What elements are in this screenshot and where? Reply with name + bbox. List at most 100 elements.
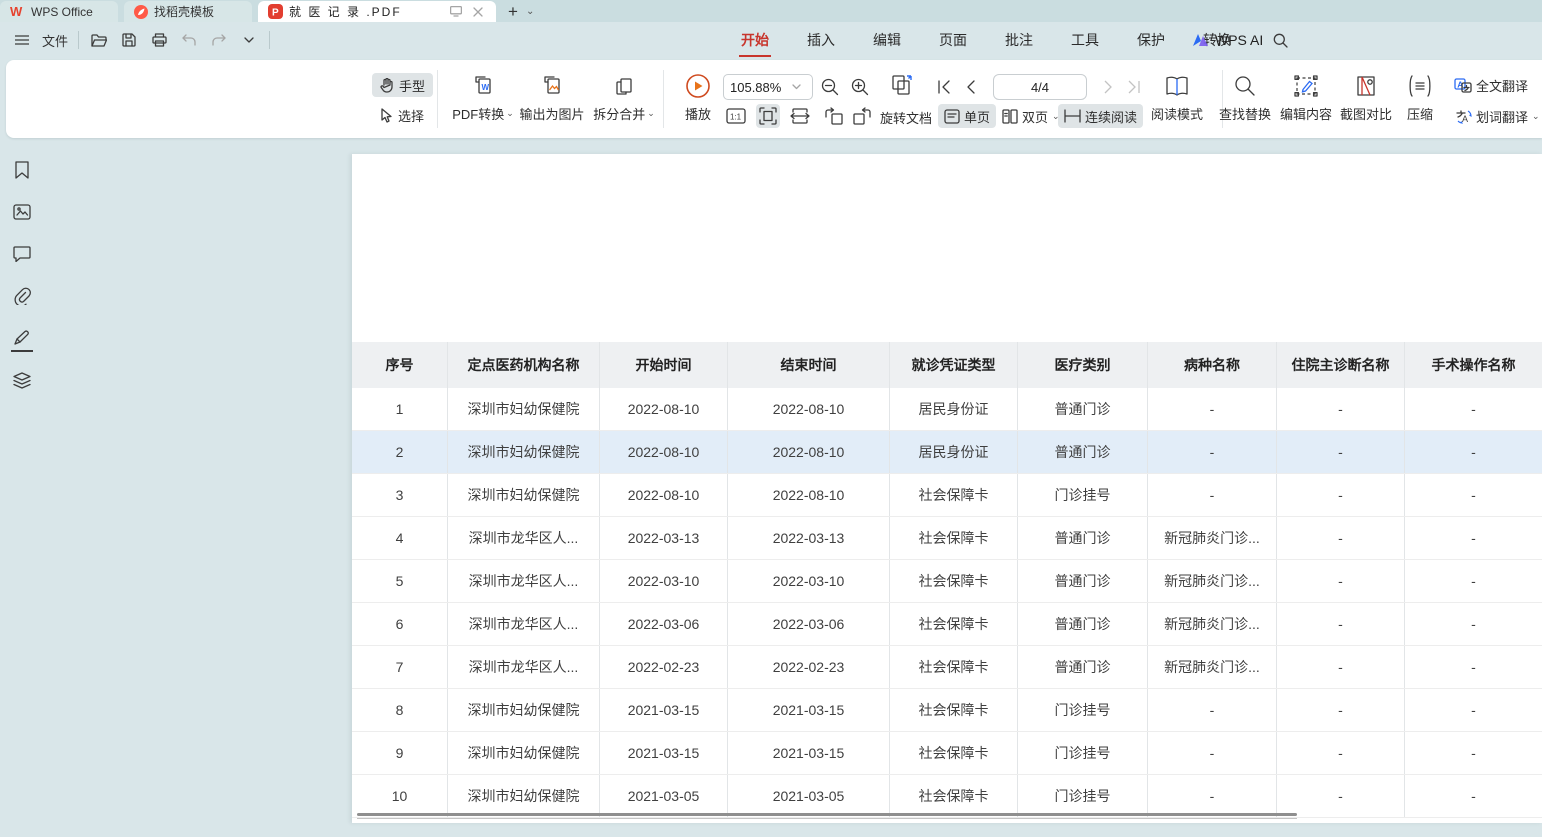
tab-document-active[interactable]: P 就 医 记 录 .PDF — [258, 1, 496, 22]
tab-list-chevron-icon[interactable]: ⌄ — [526, 6, 534, 17]
layers-icon[interactable] — [12, 370, 32, 390]
last-page-icon[interactable] — [1122, 75, 1146, 99]
rotate-left-icon[interactable] — [822, 104, 846, 128]
menu-tab[interactable]: 工具 — [1069, 24, 1101, 56]
split-merge-button[interactable]: 拆分合并⌄ — [587, 72, 661, 123]
play-icon — [685, 72, 711, 100]
tab-docer-templates[interactable]: 找稻壳模板 — [124, 1, 252, 22]
history-chevron-icon[interactable] — [239, 30, 259, 50]
zoom-level-select[interactable] — [723, 74, 813, 100]
close-tab-icon[interactable] — [470, 4, 486, 20]
rotate-right-icon[interactable] — [850, 104, 874, 128]
wps-ai-button[interactable]: WPS AI — [1192, 22, 1263, 58]
table-row: 8深圳市妇幼保健院2021-03-152021-03-15社会保障卡门诊挂号--… — [352, 689, 1542, 732]
pdf-convert-button[interactable]: W PDF转换⌄ — [445, 72, 521, 123]
select-tool-button[interactable]: 选择 — [372, 103, 432, 127]
read-mode-button[interactable]: 阅读模式 — [1146, 72, 1208, 123]
table-cell: - — [1405, 646, 1542, 688]
table-cell: - — [1405, 732, 1542, 774]
swap-pages-icon[interactable] — [890, 73, 914, 97]
table-cell: 居民身份证 — [890, 388, 1018, 430]
tab-label: 找稻壳模板 — [154, 3, 214, 20]
table-cell: 2022-02-23 — [600, 646, 728, 688]
hand-tool-button[interactable]: 手型 — [372, 73, 433, 97]
table-cell: 深圳市妇幼保健院 — [448, 775, 600, 817]
first-page-icon[interactable] — [932, 75, 956, 99]
table-row: 7深圳市龙华区人...2022-02-232022-02-23社会保障卡普通门诊… — [352, 646, 1542, 689]
table-cell: 深圳市妇幼保健院 — [448, 431, 600, 473]
open-file-icon[interactable] — [89, 30, 109, 50]
menu-tab[interactable]: 编辑 — [871, 24, 903, 56]
zoom-level-input[interactable] — [730, 80, 788, 95]
file-menu[interactable]: 文件 — [42, 31, 68, 50]
table-cell: 2022-02-23 — [728, 646, 890, 688]
table-cell: - — [1148, 689, 1277, 731]
previous-page-icon[interactable] — [959, 75, 983, 99]
pdf-page[interactable]: 序号定点医药机构名称开始时间结束时间就诊凭证类型医疗类别病种名称住院主诊断名称手… — [352, 154, 1542, 823]
table-cell: 2022-03-13 — [728, 517, 890, 559]
table-cell: - — [1405, 560, 1542, 602]
table-cell: 2021-03-15 — [600, 732, 728, 774]
next-page-icon[interactable] — [1096, 75, 1120, 99]
edit-content-button[interactable]: 编辑内容 — [1276, 72, 1336, 123]
export-image-icon — [540, 72, 564, 100]
table-row: 6深圳市龙华区人...2022-03-062022-03-06社会保障卡普通门诊… — [352, 603, 1542, 646]
redo-icon[interactable] — [209, 30, 229, 50]
full-text-translate-button[interactable]: A 全文翻译 — [1448, 73, 1534, 97]
compress-button[interactable]: 压缩 — [1396, 72, 1444, 123]
tab-wps-office[interactable]: W WPS Office — [0, 1, 118, 22]
new-tab-button[interactable]: + — [508, 3, 518, 20]
screen-share-icon[interactable] — [448, 4, 464, 20]
edit-pencil-icon — [1294, 72, 1318, 100]
table-cell: - — [1405, 431, 1542, 473]
main-menu-icon[interactable] — [12, 30, 32, 50]
menu-tab[interactable]: 批注 — [1003, 24, 1035, 56]
menu-tab[interactable]: 开始 — [739, 24, 771, 56]
comment-icon[interactable] — [12, 244, 32, 264]
rotate-document-button[interactable]: 旋转文档 — [880, 108, 932, 127]
continuous-reading-button[interactable]: 连续阅读 — [1058, 104, 1143, 128]
table-cell: - — [1277, 388, 1405, 430]
menu-bar: 文件 开始插入编辑页面批注工具保护转换 WPS AI — [0, 22, 1542, 58]
table-cell: 新冠肺炎门诊... — [1148, 517, 1277, 559]
table-cell: 2022-08-10 — [600, 474, 728, 516]
page-number-input[interactable] — [993, 74, 1087, 100]
medical-records-table: 序号定点医药机构名称开始时间结束时间就诊凭证类型医疗类别病种名称住院主诊断名称手… — [352, 342, 1542, 818]
menu-tab[interactable]: 页面 — [937, 24, 969, 56]
double-page-button[interactable]: 双页 ⌄ — [996, 104, 1066, 128]
menubar-search-icon[interactable] — [1270, 30, 1290, 50]
table-cell: 3 — [352, 474, 448, 516]
table-cell: 2022-08-10 — [728, 431, 890, 473]
find-replace-button[interactable]: 查找替换 — [1215, 72, 1275, 123]
screenshot-compare-button[interactable]: 截图对比 — [1336, 72, 1396, 123]
print-icon[interactable] — [149, 30, 169, 50]
actual-size-icon[interactable]: 1:1 — [724, 104, 748, 128]
play-button[interactable]: 播放 — [672, 72, 724, 123]
menu-tab[interactable]: 插入 — [805, 24, 837, 56]
tab-label: 就 医 记 录 .PDF — [289, 3, 402, 20]
fit-page-icon[interactable] — [756, 104, 780, 128]
export-as-image-button[interactable]: 输出为图片 — [514, 72, 590, 123]
table-cell: 9 — [352, 732, 448, 774]
table-cell: - — [1277, 689, 1405, 731]
fit-width-icon[interactable] — [788, 104, 812, 128]
table-cell: 2022-03-10 — [600, 560, 728, 602]
menu-tab[interactable]: 保护 — [1135, 24, 1167, 56]
table-cell: 深圳市妇幼保健院 — [448, 732, 600, 774]
save-icon[interactable] — [119, 30, 139, 50]
table-row: 10深圳市妇幼保健院2021-03-052021-03-05社会保障卡门诊挂号-… — [352, 775, 1542, 818]
column-header: 序号 — [352, 342, 448, 388]
zoom-out-icon[interactable] — [818, 75, 842, 99]
thumbnail-icon[interactable] — [12, 202, 32, 222]
attachment-icon[interactable] — [12, 286, 32, 306]
annotate-pen-icon[interactable] — [12, 328, 32, 348]
table-cell: - — [1148, 474, 1277, 516]
zoom-in-icon[interactable] — [848, 75, 872, 99]
single-page-button[interactable]: 单页 — [938, 104, 996, 128]
table-cell: 2 — [352, 431, 448, 473]
word-translate-button[interactable]: A 划词翻译 ⌄ — [1448, 104, 1542, 128]
undo-icon[interactable] — [179, 30, 199, 50]
bookmark-icon[interactable] — [12, 160, 32, 180]
table-cell: 普通门诊 — [1018, 517, 1148, 559]
horizontal-scrollbar[interactable] — [357, 813, 1297, 816]
